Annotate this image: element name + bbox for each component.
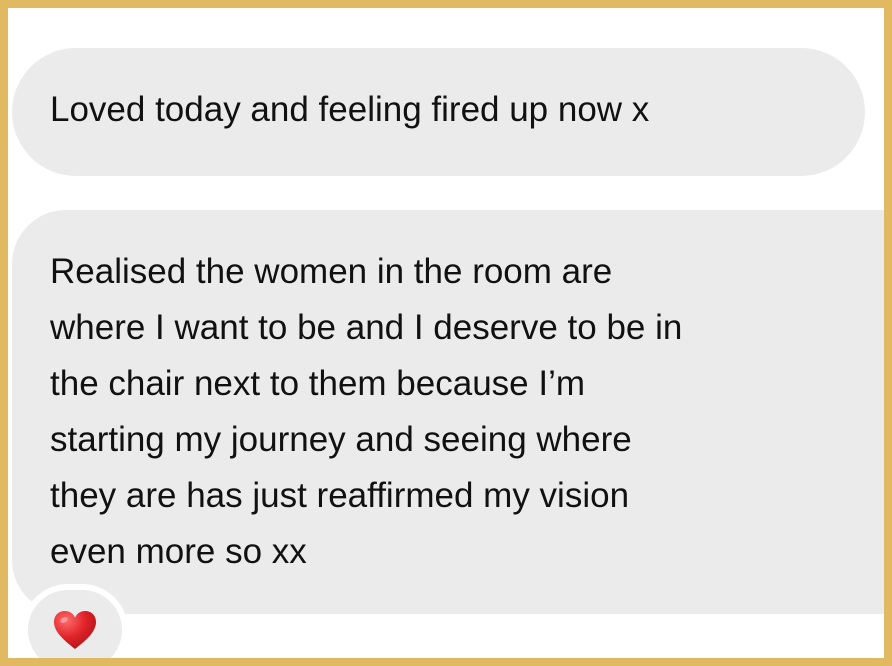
message-text-line: the chair next to them because I’m — [50, 364, 585, 403]
message-text-line: where I want to be and I deserve to be i… — [50, 308, 683, 347]
red-heart-icon — [54, 611, 96, 649]
message-text: Loved today and feeling fired up now x — [50, 90, 650, 129]
message-text-line: starting my journey and seeing where — [50, 420, 632, 459]
screenshot-frame: Loved today and feeling fired up now x R… — [0, 0, 892, 666]
message-text-line: Realised the women in the room are — [50, 252, 613, 291]
message-text-line: they are has just reaffirmed my vision — [50, 476, 630, 515]
message-bubble[interactable]: Loved today and feeling fired up now x — [12, 48, 865, 176]
message-bubble[interactable]: Realised the women in the room are where… — [12, 210, 884, 614]
message-text-line: even more so xx — [50, 532, 307, 571]
message-reaction[interactable] — [22, 584, 128, 658]
